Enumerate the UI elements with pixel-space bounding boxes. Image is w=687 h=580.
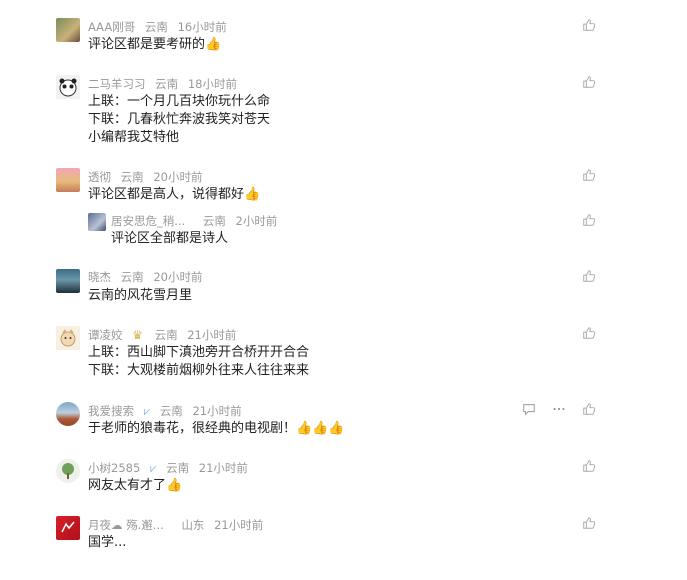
avatar[interactable] <box>56 459 80 483</box>
comment-text: 评论区全部都是诗人 <box>111 230 228 248</box>
location: 云南 <box>159 404 183 418</box>
thumbs-up-icon[interactable] <box>582 402 596 416</box>
comment-text: 上联：西山脚下滇池旁开合桥开开合合 下联：大观楼前烟柳外往来人往往来来 <box>88 344 309 380</box>
comment-meta: 谭凌姣 ♛ 云南 21小时前 <box>88 328 242 342</box>
thumbs-up-icon[interactable] <box>582 213 596 227</box>
comment-meta: 月夜☁ 殇.邂... 山东 21小时前 <box>88 518 269 532</box>
comment-text: 评论区都是高人，说得都好👍 <box>88 186 260 204</box>
comment-text: 评论区都是要考研的👍 <box>88 36 221 54</box>
location: 云南 <box>202 214 226 228</box>
timestamp: 2小时前 <box>235 214 278 228</box>
comment-actions <box>522 402 596 416</box>
thumbs-up-icon[interactable] <box>582 326 596 340</box>
comment-text: 于老师的狼毒花，很经典的电视剧！👍👍👍 <box>88 420 345 438</box>
comment-line: 上联：一个月几百块你玩什么命 <box>88 94 271 109</box>
timestamp: 20小时前 <box>153 270 203 284</box>
username[interactable]: 晓杰 <box>88 270 111 284</box>
avatar[interactable] <box>56 75 80 99</box>
avatar[interactable] <box>88 213 106 231</box>
timestamp: 18小时前 <box>187 77 237 91</box>
timestamp: 21小时前 <box>214 518 264 532</box>
thumbs-up-icon[interactable] <box>582 75 596 89</box>
username[interactable]: 月夜☁ 殇.邂... <box>88 518 164 532</box>
avatar[interactable] <box>56 168 80 192</box>
username[interactable]: 我爱搜索 <box>88 404 134 418</box>
username[interactable]: AAA刚哥 <box>88 20 135 34</box>
comment-line: 评论区都是要考研的👍 <box>88 37 222 52</box>
comment-line: 上联：西山脚下滇池旁开合桥开开合合 <box>88 345 310 360</box>
comment-line: 下联：大观楼前烟柳外往来人往往来来 <box>88 363 310 378</box>
comment-line: 小编帮我艾特他 <box>88 130 180 145</box>
thumbs-up-icon[interactable] <box>582 18 596 32</box>
comment-line: 国学... <box>88 535 127 550</box>
username[interactable]: 透彻 <box>88 170 111 184</box>
comment-meta: 我爱搜索 ⩗ 云南 21小时前 <box>88 404 248 418</box>
username[interactable]: 居安思危_稍... <box>111 214 185 228</box>
comment-line: 下联：几春秋忙奔波我笑对苍天 <box>88 112 271 127</box>
location: 云南 <box>120 270 144 284</box>
thumbs-up-icon[interactable] <box>582 269 596 283</box>
location: 云南 <box>120 170 144 184</box>
timestamp: 21小时前 <box>187 328 237 342</box>
comment-text: 国学... <box>88 534 126 552</box>
timestamp: 21小时前 <box>198 461 248 475</box>
location: 云南 <box>154 328 178 342</box>
avatar[interactable] <box>56 402 80 426</box>
comment-line: 于老师的狼毒花，很经典的电视剧！👍👍👍 <box>88 421 345 436</box>
location: 云南 <box>155 77 179 91</box>
thumbs-up-icon[interactable] <box>582 516 596 530</box>
location: 山东 <box>181 518 205 532</box>
crown-icon: ♛ <box>132 328 143 342</box>
verified-icon: ⩗ <box>143 404 151 418</box>
comment-line: 云南的风花雪月里 <box>88 288 193 303</box>
timestamp: 21小时前 <box>192 404 242 418</box>
comment-line: 评论区全部都是诗人 <box>111 231 229 246</box>
thumbs-up-icon[interactable] <box>582 459 596 473</box>
comment-icon[interactable] <box>522 402 536 416</box>
comment-text: 上联：一个月几百块你玩什么命 下联：几春秋忙奔波我笑对苍天 小编帮我艾特他 <box>88 93 270 147</box>
avatar[interactable] <box>56 326 80 350</box>
comment-meta: AAA刚哥 云南 16小时前 <box>88 20 233 34</box>
comment-text: 云南的风花雪月里 <box>88 287 192 305</box>
username[interactable]: 二马羊习习 <box>88 77 146 91</box>
avatar[interactable] <box>56 269 80 293</box>
thumbs-up-icon[interactable] <box>582 168 596 182</box>
comment-meta: 透彻 云南 20小时前 <box>88 170 208 184</box>
location: 云南 <box>166 461 190 475</box>
comment-meta: 居安思危_稍... 云南 2小时前 <box>111 214 283 228</box>
avatar[interactable] <box>56 18 80 42</box>
more-icon[interactable] <box>552 402 566 416</box>
comment-meta: 晓杰 云南 20小时前 <box>88 270 208 284</box>
username[interactable]: 谭凌姣 <box>88 328 123 342</box>
username[interactable]: 小树2585 <box>88 461 140 475</box>
comment-meta: 小树2585 ⩗ 云南 21小时前 <box>88 461 254 475</box>
timestamp: 16小时前 <box>177 20 227 34</box>
avatar[interactable] <box>56 516 80 540</box>
comment-text: 网友太有才了👍 <box>88 477 182 495</box>
verified-icon: ⩗ <box>149 461 157 475</box>
comment-line: 网友太有才了👍 <box>88 478 183 493</box>
comment-line: 评论区都是高人，说得都好👍 <box>88 187 261 202</box>
location: 云南 <box>144 20 168 34</box>
timestamp: 20小时前 <box>153 170 203 184</box>
comment-meta: 二马羊习习 云南 18小时前 <box>88 77 243 91</box>
